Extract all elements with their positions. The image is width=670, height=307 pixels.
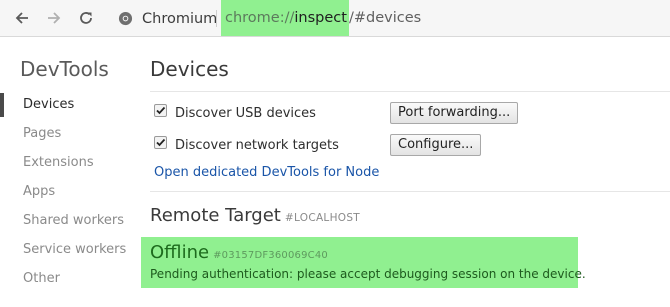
forward-button[interactable]	[43, 7, 65, 29]
sidebar-item-apps[interactable]: Apps	[0, 180, 130, 204]
device-status: Pending authentication: please accept de…	[150, 267, 586, 281]
discover-usb-label: Discover USB devices	[175, 105, 316, 121]
browser-toolbar: Chromium chrome://inspect/#devices	[0, 0, 670, 37]
address-bar[interactable]: chrome://inspect/#devices	[221, 0, 422, 36]
main-content: Devices Discover USB devices Port forwar…	[141, 37, 670, 307]
forward-arrow-icon	[48, 12, 61, 24]
url-path: /#devices	[348, 10, 422, 26]
reload-icon	[80, 12, 92, 24]
url-highlight: chrome://inspect	[221, 0, 349, 36]
configure-button[interactable]: Configure...	[390, 134, 482, 156]
sidebar-item-devices[interactable]: Devices	[0, 93, 130, 117]
reload-button[interactable]	[75, 7, 97, 29]
device-id: #03157DF360069C40	[213, 250, 328, 261]
omnibox-separator	[216, 10, 217, 27]
discover-usb-checkbox[interactable]	[154, 103, 167, 117]
sidebar-item-service-workers[interactable]: Service workers	[0, 238, 130, 262]
sidebar-title: DevTools	[20, 57, 109, 81]
back-button[interactable]	[11, 7, 33, 29]
sidebar-item-extensions[interactable]: Extensions	[0, 151, 130, 175]
checkmark-icon	[156, 106, 166, 114]
device-heading: Offline #03157DF360069C40	[150, 242, 328, 263]
sidebar: DevTools Devices Pages Extensions Apps S…	[0, 37, 130, 307]
back-arrow-icon	[15, 12, 28, 24]
remote-target-title: Remote Target	[150, 205, 281, 226]
discover-network-label: Discover network targets	[175, 137, 339, 153]
remote-target-heading: Remote Target #LOCALHOST	[150, 205, 360, 226]
port-forwarding-button[interactable]: Port forwarding...	[390, 102, 519, 124]
title-divider	[150, 91, 670, 92]
section-divider	[150, 191, 670, 192]
device-name: Offline	[150, 242, 210, 263]
remote-target-host: #LOCALHOST	[284, 212, 361, 224]
url-host: inspect	[294, 10, 347, 26]
sidebar-item-shared-workers[interactable]: Shared workers	[0, 209, 130, 233]
discover-usb-row: Discover USB devices	[154, 103, 316, 123]
sidebar-item-pages[interactable]: Pages	[0, 122, 130, 146]
discover-network-row: Discover network targets	[154, 135, 339, 155]
discover-network-checkbox[interactable]	[154, 135, 167, 149]
sidebar-item-other[interactable]: Other	[0, 267, 130, 291]
site-name: Chromium	[142, 11, 218, 27]
chromium-logo-icon	[118, 11, 133, 26]
checkmark-icon	[156, 138, 166, 146]
url-scheme: chrome://	[225, 10, 295, 26]
node-devtools-link[interactable]: Open dedicated DevTools for Node	[154, 165, 379, 180]
page-title: Devices	[150, 57, 229, 81]
device-entry: Offline #03157DF360069C40 Pending authent…	[141, 237, 586, 288]
